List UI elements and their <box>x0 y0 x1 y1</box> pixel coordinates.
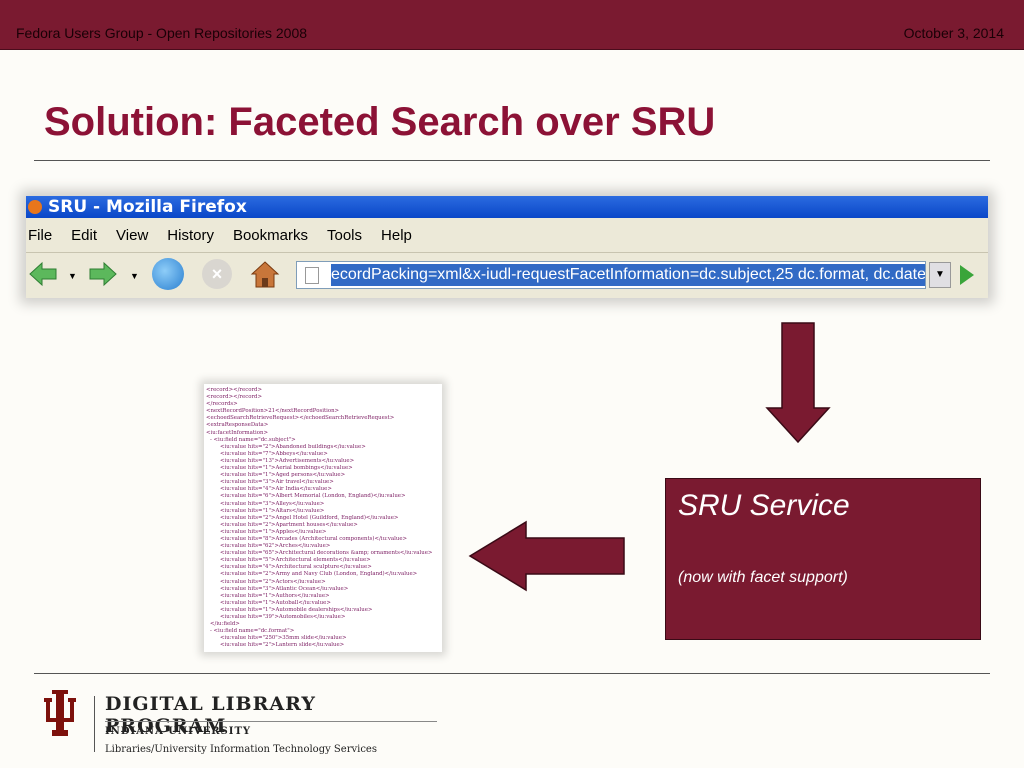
xml-line: <iu:value hits="1">Autoball</iu:value> <box>220 599 331 606</box>
go-icon[interactable] <box>960 265 974 285</box>
browser-nav-bar: ▼ ▼ × ecordPacking=xml&x-iudl-requestFac… <box>26 253 988 297</box>
xml-line: <iu:value hits="1">Aged persons</iu:valu… <box>220 472 346 479</box>
xml-line: <iu:value hits="62">Arches</iu:value> <box>220 543 331 550</box>
xml-line: <iu:value hits="2">Lantern slide</iu:val… <box>220 642 345 649</box>
xml-line: <iu:value hits="2">Actors</iu:value> <box>220 578 326 585</box>
url-text: ecordPacking=xml&x-iudl-requestFacetInfo… <box>331 264 925 286</box>
xml-line: - <iu:field name="dc.format"> <box>210 628 295 635</box>
xml-line: <iu:value hits="1">Altars</iu:value> <box>220 507 325 514</box>
sru-service-subtext: (now with facet support) <box>678 569 848 586</box>
xml-line: <iu:value hits="8">Arcades (Architectura… <box>220 535 408 542</box>
xml-line: <iu:value hits="1">Authors</iu:value> <box>220 592 330 599</box>
logo-line-3: Libraries/University Information Technol… <box>105 744 377 755</box>
xml-line: <iu:value hits="3">Alleys</iu:value> <box>220 500 325 507</box>
url-dropdown-icon[interactable]: ▼ <box>929 262 951 288</box>
menu-tools[interactable]: Tools <box>327 227 362 244</box>
url-input[interactable]: ecordPacking=xml&x-iudl-requestFacetInfo… <box>296 261 926 289</box>
home-icon[interactable] <box>250 259 280 289</box>
down-arrow <box>765 322 831 444</box>
xml-line: <record></record> <box>206 387 263 393</box>
xml-line: <iu:value hits="2">Apartment houses</iu:… <box>220 521 358 528</box>
menu-file[interactable]: File <box>28 227 52 244</box>
browser-window-title: SRU - Mozilla Firefox <box>48 197 247 217</box>
header-bar: Fedora Users Group - Open Repositories 2… <box>0 0 1024 50</box>
xml-line: <iu:value hits="6">Albert Memorial (Lond… <box>220 493 406 500</box>
digital-library-logo: DIGITAL LIBRARY PROGRAM INDIANA UNIVERSI… <box>40 690 440 760</box>
logo-rule <box>105 721 437 722</box>
left-arrow <box>468 520 625 592</box>
browser-menu-bar: File Edit View History Bookmarks Tools H… <box>26 218 988 253</box>
xml-line: <iu:value hits="13">Advertisements</iu:v… <box>220 457 355 464</box>
xml-line: <echoedSearchRetrieveRequest></echoedSea… <box>206 415 395 422</box>
xml-line: <iu:facetInformation> <box>206 429 268 436</box>
back-icon[interactable] <box>28 261 58 287</box>
divider-top <box>34 160 990 161</box>
xml-response-document: <record></record> <record></record> </reco… <box>204 384 442 652</box>
menu-help[interactable]: Help <box>381 227 412 244</box>
iu-trident-icon <box>44 690 76 736</box>
firefox-icon <box>28 200 42 214</box>
xml-line: <extraResponseData> <box>206 422 269 429</box>
menu-history[interactable]: History <box>167 227 214 244</box>
reload-icon[interactable] <box>152 258 184 290</box>
back-dropdown-icon[interactable]: ▼ <box>68 271 77 281</box>
header-date: October 3, 2014 <box>903 25 1004 41</box>
xml-line: <iu:value hits="7">Abbeys</iu:value> <box>220 450 328 457</box>
xml-line: <iu:value hits="2">Army and Navy Club (L… <box>220 571 418 578</box>
stop-icon[interactable]: × <box>202 259 232 289</box>
sru-service-box: SRU Service (now with facet support) <box>665 478 981 640</box>
xml-line: <iu:value hits="1">Automobile dealership… <box>220 606 373 613</box>
xml-line: <iu:value hits="39">Automobiles</iu:valu… <box>220 614 346 620</box>
browser-screenshot: SRU - Mozilla Firefox File Edit View His… <box>26 196 988 298</box>
xml-line: </iu:field> <box>210 621 240 628</box>
forward-dropdown-icon[interactable]: ▼ <box>130 271 139 281</box>
page-icon <box>305 267 319 284</box>
xml-line: <nextRecordPosition>21</nextRecordPositi… <box>206 408 340 415</box>
menu-bookmarks[interactable]: Bookmarks <box>233 227 308 244</box>
xml-line: </records> <box>206 401 238 408</box>
menu-edit[interactable]: Edit <box>71 227 97 244</box>
forward-icon[interactable] <box>88 261 118 287</box>
header-left-text: Fedora Users Group - Open Repositories 2… <box>16 25 308 41</box>
divider-bottom <box>34 673 990 674</box>
xml-line: <iu:value hits="1">Apples</iu:value> <box>220 528 327 535</box>
xml-line: <iu:value hits="1">Aerial bombings</iu:v… <box>220 465 353 472</box>
xml-line: <iu:value hits="2">Abandoned buildings</… <box>220 443 366 450</box>
menu-view[interactable]: View <box>116 227 148 244</box>
slide-title: Solution: Faceted Search over SRU <box>44 100 716 144</box>
xml-line: <iu:value hits="250">35mm slide</iu:valu… <box>220 635 347 642</box>
xml-line: <iu:value hits="3">Air travel</iu:value> <box>220 479 334 486</box>
logo-divider <box>94 696 95 752</box>
xml-line: <iu:value hits="65">Architectural decora… <box>220 550 433 557</box>
sru-service-heading: SRU Service <box>678 489 850 522</box>
xml-line: <record></record> <box>206 394 263 401</box>
logo-line-2: INDIANA UNIVERSITY <box>105 726 252 737</box>
xml-line: - <iu:field name="dc.subject"> <box>210 436 296 443</box>
xml-line: <iu:value hits="2">Angel Hotel (Guildfor… <box>220 514 399 521</box>
browser-title-bar: SRU - Mozilla Firefox <box>26 196 988 218</box>
xml-line: <iu:value hits="3">Atlantic Ocean</iu:va… <box>220 585 349 592</box>
xml-line: <iu:value hits="5">Architectural element… <box>220 557 371 564</box>
